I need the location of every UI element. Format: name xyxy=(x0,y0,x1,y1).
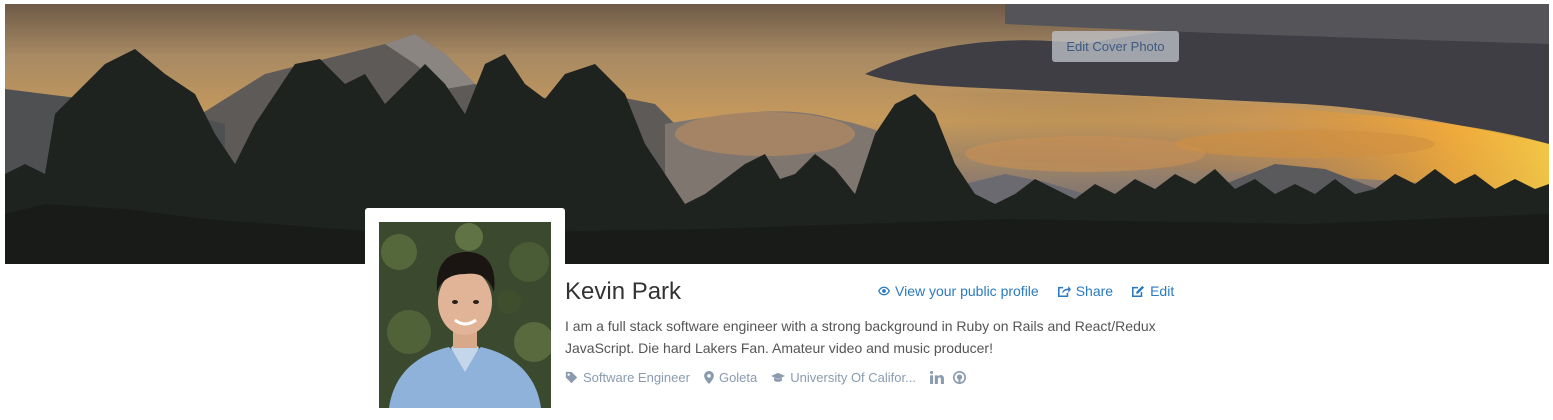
linkedin-icon[interactable] xyxy=(929,371,944,384)
social-links xyxy=(929,371,966,384)
location-item: Goleta xyxy=(704,370,757,385)
view-public-profile-label: View your public profile xyxy=(895,283,1039,299)
profile-meta: Software Engineer Goleta University Of C… xyxy=(565,370,966,385)
share-link[interactable]: Share xyxy=(1057,283,1113,299)
education-label: University Of Califor... xyxy=(790,370,916,385)
edit-label: Edit xyxy=(1150,283,1175,299)
profile-photo[interactable] xyxy=(379,222,551,408)
avatar xyxy=(379,222,551,408)
cover-photo: Edit Cover Photo xyxy=(5,4,1549,264)
profile-bio: I am a full stack software engineer with… xyxy=(565,318,1156,356)
profile-photo-frame xyxy=(365,208,565,420)
profile-name: Kevin Park xyxy=(565,278,682,305)
edit-cover-photo-button[interactable]: Edit Cover Photo xyxy=(1052,31,1179,62)
profile-actions: View your public profile Share Edit xyxy=(878,283,1174,299)
graduation-cap-icon xyxy=(771,372,786,382)
cover-photo-image xyxy=(5,4,1549,264)
github-icon[interactable] xyxy=(952,371,966,384)
location-label: Goleta xyxy=(718,370,758,385)
share-label: Share xyxy=(1075,283,1114,299)
share-icon xyxy=(1057,285,1071,297)
occupation-item: Software Engineer xyxy=(565,370,690,385)
occupation-label: Software Engineer xyxy=(583,370,690,385)
edit-icon xyxy=(1132,285,1145,297)
view-public-profile-link[interactable]: View your public profile xyxy=(878,283,1039,299)
map-marker-icon xyxy=(704,371,714,384)
edit-profile-link[interactable]: Edit xyxy=(1131,283,1174,299)
education-item: University Of Califor... xyxy=(771,370,916,385)
eye-icon xyxy=(878,286,890,296)
tag-icon xyxy=(565,371,578,384)
